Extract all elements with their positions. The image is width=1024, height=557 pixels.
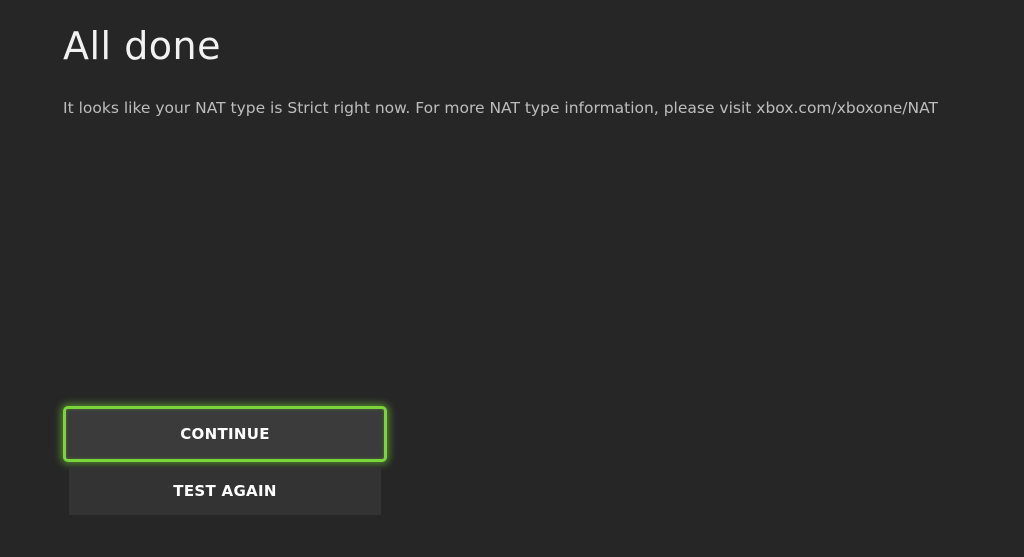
nat-status-message: It looks like your NAT type is Strict ri… <box>63 99 938 117</box>
page-title: All done <box>63 24 222 68</box>
nat-test-result-screen: All done It looks like your NAT type is … <box>0 0 1024 557</box>
continue-button[interactable]: CONTINUE <box>63 406 387 462</box>
test-again-button[interactable]: TEST AGAIN <box>69 467 381 515</box>
